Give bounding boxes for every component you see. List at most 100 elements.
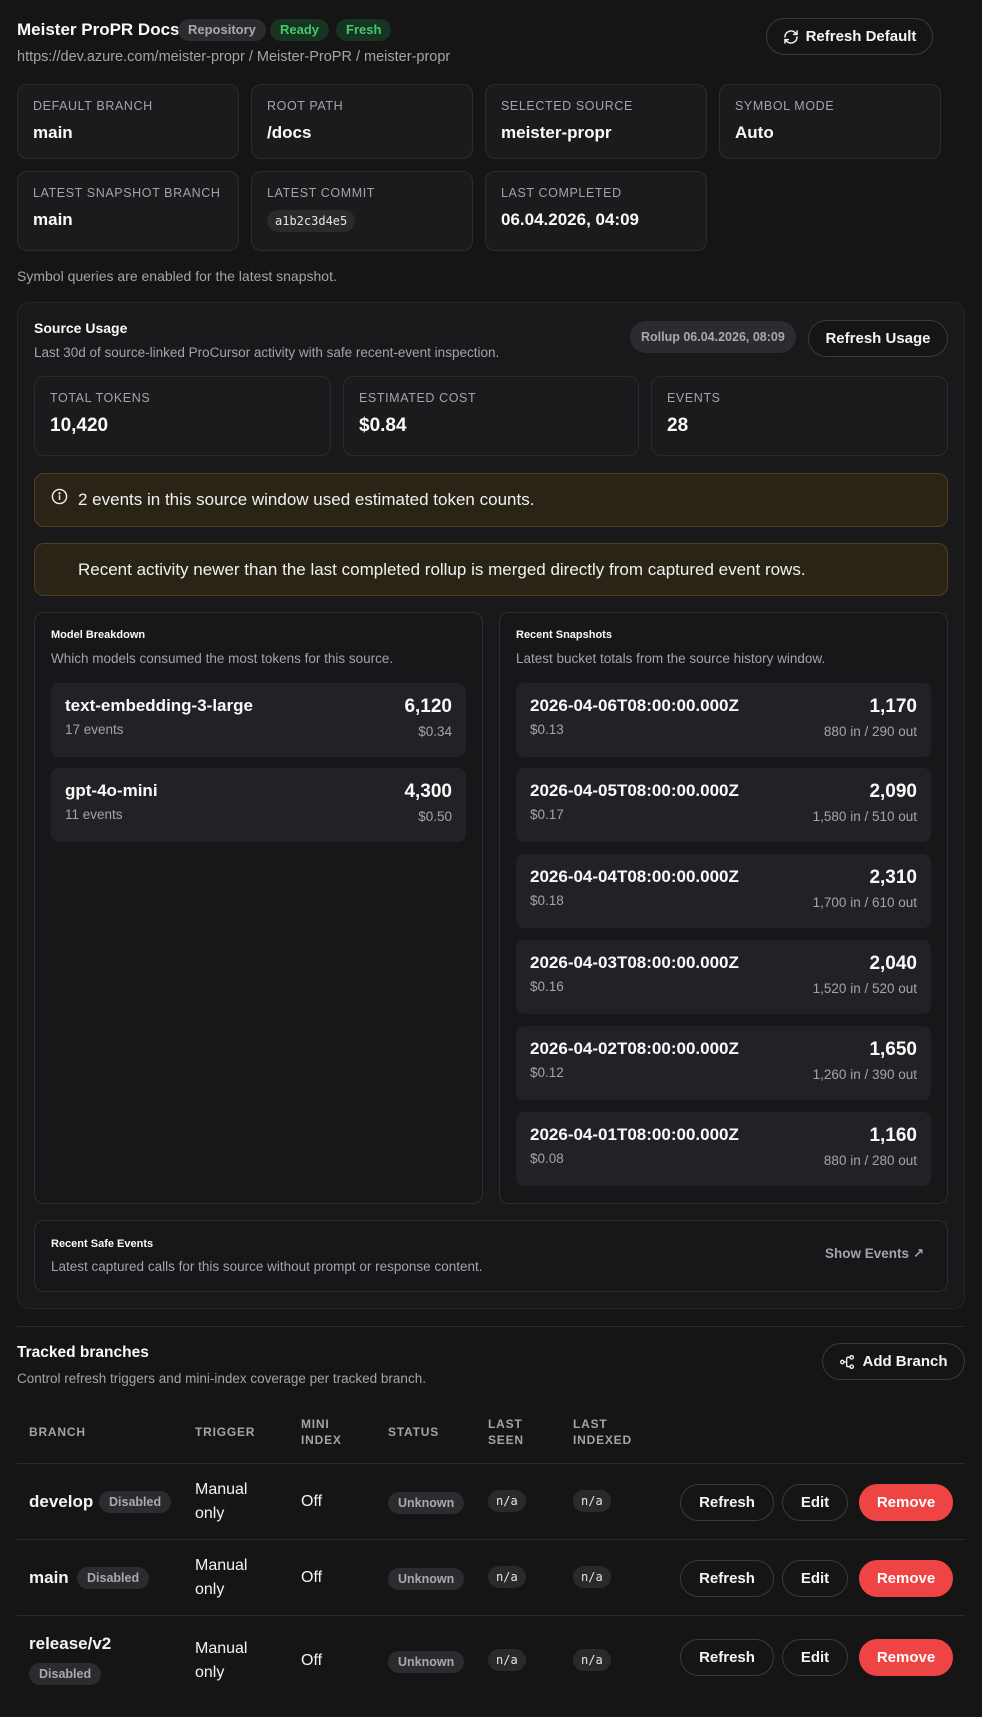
card-label: Latest Snapshot Branch xyxy=(33,186,221,200)
latest-snapshot-branch-card: Latest Snapshot Branch main xyxy=(17,171,239,251)
remove-branch-button[interactable]: Remove xyxy=(859,1484,953,1521)
recent-snapshots-subtitle: Latest bucket totals from the source his… xyxy=(516,651,826,666)
refresh-branch-button[interactable]: Refresh xyxy=(680,1639,774,1676)
card-label: Symbol Mode xyxy=(735,99,835,113)
default-branch-card: Default Branch main xyxy=(17,84,239,159)
snapshot-io: 1,700 in / 610 out xyxy=(812,895,917,910)
refresh-branch-button[interactable]: Refresh xyxy=(680,1560,774,1597)
events-card: Events 28 xyxy=(651,376,948,456)
snapshot-cost: $0.18 xyxy=(530,893,564,908)
info-icon xyxy=(51,488,68,510)
model-events: 11 events xyxy=(65,807,123,822)
snapshot-total: 2,090 xyxy=(869,781,917,802)
branch-name: main xyxy=(29,1568,69,1587)
add-branch-label: Add Branch xyxy=(862,1353,948,1370)
card-value: Auto xyxy=(735,123,774,142)
refresh-branch-button[interactable]: Refresh xyxy=(680,1484,774,1521)
snapshot-total: 1,170 xyxy=(869,696,917,717)
card-value: meister-propr xyxy=(501,123,612,142)
edit-branch-button[interactable]: Edit xyxy=(782,1560,848,1597)
snapshot-date: 2026-04-06T08:00:00.000Z xyxy=(530,696,739,715)
model-name: gpt-4o-mini xyxy=(65,781,158,800)
selected-source-card: Selected Source meister-propr xyxy=(485,84,707,159)
symbol-note: Symbol queries are enabled for the lates… xyxy=(17,268,337,284)
snapshot-total: 2,310 xyxy=(869,867,917,888)
branch-name: develop xyxy=(29,1492,94,1511)
remove-branch-button[interactable]: Remove xyxy=(859,1639,953,1676)
card-label: Selected Source xyxy=(501,99,633,113)
stat-label: Estimated Cost xyxy=(359,391,477,405)
button-label: Edit xyxy=(800,1570,830,1587)
snapshot-date: 2026-04-05T08:00:00.000Z xyxy=(530,781,739,800)
snapshot-total: 1,650 xyxy=(869,1039,917,1060)
refresh-default-button[interactable]: Refresh Default xyxy=(766,18,933,55)
refresh-usage-button[interactable]: Refresh Usage xyxy=(808,320,948,357)
add-branch-button[interactable]: Add Branch xyxy=(822,1343,965,1380)
card-label: Last Completed xyxy=(501,186,622,200)
source-usage-subtitle: Last 30d of source-linked ProCursor acti… xyxy=(34,345,500,360)
symbol-mode-card: Symbol Mode Auto xyxy=(719,84,941,159)
button-label: Remove xyxy=(876,1570,936,1587)
table-row: release/v2 Disabled Manual only Off Unkn… xyxy=(17,1616,965,1706)
button-label: Remove xyxy=(876,1649,936,1666)
column-header-last-indexed: LAST INDEXED xyxy=(573,1417,632,1447)
card-value: main xyxy=(33,123,73,142)
refresh-usage-label: Refresh Usage xyxy=(825,330,931,347)
snapshot-item: 2026-04-04T08:00:00.000Z $0.18 2,310 1,7… xyxy=(516,854,931,928)
card-value: main xyxy=(33,210,73,229)
last-seen-value: n/a xyxy=(488,1649,526,1671)
last-indexed-value: n/a xyxy=(573,1490,611,1512)
edit-branch-button[interactable]: Edit xyxy=(782,1639,848,1676)
snapshot-total: 2,040 xyxy=(869,953,917,974)
last-indexed-value: n/a xyxy=(573,1566,611,1588)
root-path-card: Root Path /docs xyxy=(251,84,473,159)
total-tokens-card: Total Tokens 10,420 xyxy=(34,376,331,456)
table-row: develop Disabled Manual only Off Unknown… xyxy=(17,1464,965,1539)
branch-name: release/v2 xyxy=(29,1634,112,1653)
mini-index-value: Off xyxy=(301,1493,323,1510)
last-seen-value: n/a xyxy=(488,1490,526,1512)
table-row: main Disabled Manual only Off Unknown n/… xyxy=(17,1540,965,1615)
snapshot-date: 2026-04-03T08:00:00.000Z xyxy=(530,953,739,972)
edit-branch-button[interactable]: Edit xyxy=(782,1484,848,1521)
disabled-badge: Disabled xyxy=(77,1567,150,1589)
model-name: text-embedding-3-large xyxy=(65,696,253,715)
snapshot-cost: $0.16 xyxy=(530,979,564,994)
branch-icon xyxy=(839,1354,855,1370)
button-label: Refresh xyxy=(699,1570,755,1587)
show-events-link[interactable]: Show Events ↗ xyxy=(825,1246,924,1262)
model-breakdown-title: Model Breakdown xyxy=(51,629,146,641)
column-header-last-seen: LAST SEEN xyxy=(488,1417,524,1447)
tracked-branches-subtitle: Control refresh triggers and mini-index … xyxy=(17,1371,426,1386)
fresh-badge: Fresh xyxy=(336,19,392,41)
tracked-branches-title: Tracked branches xyxy=(17,1344,149,1361)
column-header-status: STATUS xyxy=(388,1425,440,1439)
last-completed-card: Last Completed 06.04.2026, 04:09 xyxy=(485,171,707,251)
snapshot-total: 1,160 xyxy=(869,1125,917,1146)
stat-label: Events xyxy=(667,391,721,405)
refresh-default-label: Refresh Default xyxy=(805,28,917,45)
merged-activity-alert: Recent activity newer than the last comp… xyxy=(34,543,948,596)
estimated-tokens-alert: 2 events in this source window used esti… xyxy=(34,473,948,527)
alert-text: Recent activity newer than the last comp… xyxy=(78,560,806,579)
remove-branch-button[interactable]: Remove xyxy=(859,1560,953,1597)
snapshot-item: 2026-04-06T08:00:00.000Z $0.13 1,170 880… xyxy=(516,683,931,757)
model-breakdown-subtitle: Which models consumed the most tokens fo… xyxy=(51,651,394,666)
status-badge: Unknown xyxy=(388,1651,465,1673)
mini-index-value: Off xyxy=(301,1569,323,1586)
alert-text: 2 events in this source window used esti… xyxy=(78,490,535,509)
snapshot-cost: $0.13 xyxy=(530,722,564,737)
safe-events-subtitle: Latest captured calls for this source wi… xyxy=(51,1259,483,1274)
ready-badge: Ready xyxy=(270,19,330,41)
snapshot-io: 1,520 in / 520 out xyxy=(812,981,917,996)
recent-safe-events-panel xyxy=(34,1220,948,1292)
repository-badge: Repository xyxy=(178,19,266,41)
snapshot-cost: $0.08 xyxy=(530,1151,564,1166)
status-badge: Unknown xyxy=(388,1568,465,1590)
status-badge: Unknown xyxy=(388,1492,465,1514)
card-value: 06.04.2026, 04:09 xyxy=(501,210,640,229)
model-tokens: 6,120 xyxy=(404,696,452,717)
model-cost: $0.34 xyxy=(418,724,452,739)
mini-index-value: Off xyxy=(301,1652,323,1669)
model-cost: $0.50 xyxy=(418,809,452,824)
